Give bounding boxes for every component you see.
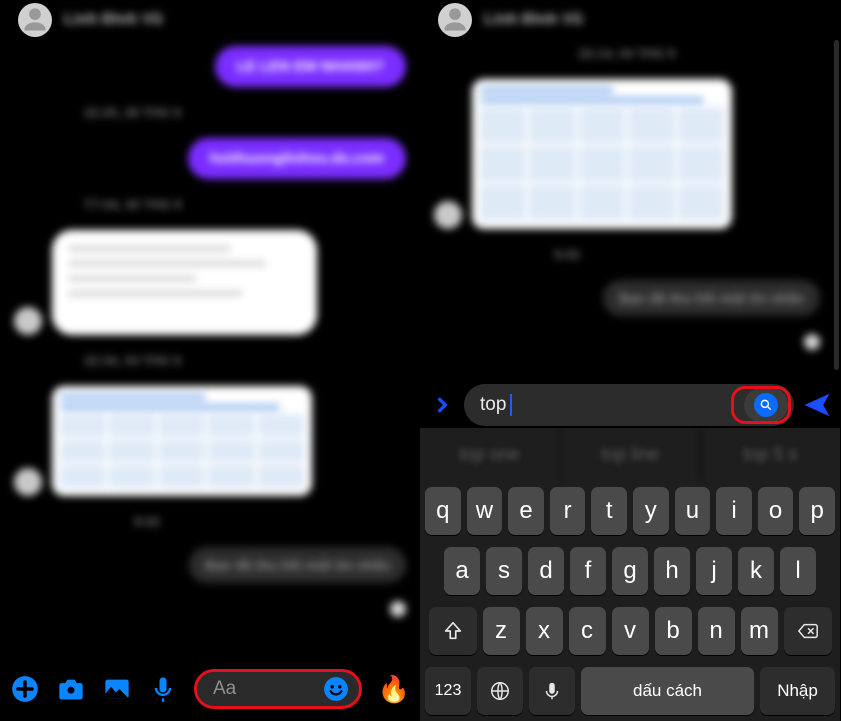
- numeric-key[interactable]: 123: [425, 667, 471, 715]
- chat-header: Linh Đình Vũ: [420, 0, 840, 40]
- sender-avatar[interactable]: [434, 201, 462, 229]
- letter-key-m[interactable]: m: [741, 607, 778, 655]
- user-avatar[interactable]: [438, 3, 472, 37]
- ios-keyboard: top one top line top 5 s qwertyuiop asdf…: [420, 428, 840, 721]
- recalled-message-note: Bạn đã thu hồi một tin nhắn: [603, 280, 820, 316]
- return-key[interactable]: Nhập: [760, 667, 835, 715]
- letter-key-b[interactable]: b: [655, 607, 692, 655]
- letter-key-w[interactable]: w: [467, 487, 503, 535]
- emoji-icon[interactable]: [323, 676, 349, 702]
- letter-key-s[interactable]: s: [486, 547, 522, 595]
- letter-key-z[interactable]: z: [483, 607, 520, 655]
- letter-key-j[interactable]: j: [696, 547, 732, 595]
- composer-toolbar: Aa 🔥: [0, 667, 420, 711]
- recalled-message-note: Bạn đã thu hồi một tin nhắn: [189, 547, 406, 583]
- message-input-value: top: [480, 394, 506, 416]
- backspace-key[interactable]: [784, 607, 832, 655]
- received-bubble-card[interactable]: [52, 230, 317, 335]
- chat-header: Linh Đình Vũ: [0, 0, 420, 40]
- letter-key-l[interactable]: l: [780, 547, 816, 595]
- chat-timestamp: 9:02: [14, 514, 406, 529]
- user-avatar[interactable]: [18, 3, 52, 37]
- letter-key-e[interactable]: e: [508, 487, 544, 535]
- chat-username[interactable]: Linh Đình Vũ: [484, 11, 583, 29]
- letter-key-d[interactable]: d: [528, 547, 564, 595]
- letter-key-r[interactable]: r: [550, 487, 586, 535]
- chat-scroll[interactable]: 22:14, 04 THG 9 9:02 Bạn đã thu hồi một …: [420, 40, 834, 375]
- scrollbar[interactable]: [834, 40, 839, 370]
- letter-key-t[interactable]: t: [591, 487, 627, 535]
- keyboard-row: 123 dấu cách Nhập: [420, 661, 840, 721]
- plus-icon[interactable]: [10, 674, 40, 704]
- keyboard-suggestion-bar: top one top line top 5 s: [420, 428, 840, 481]
- letter-key-h[interactable]: h: [654, 547, 690, 595]
- received-bubble-image[interactable]: [472, 79, 732, 229]
- letter-key-v[interactable]: v: [612, 607, 649, 655]
- chat-timestamp: 22:25, 28 THG 9: [14, 105, 406, 120]
- sender-avatar[interactable]: [14, 307, 42, 335]
- letter-key-n[interactable]: n: [698, 607, 735, 655]
- space-key[interactable]: dấu cách: [581, 667, 754, 715]
- photo-icon[interactable]: [102, 674, 132, 704]
- suggestion-item[interactable]: top line: [560, 428, 700, 481]
- chat-timestamp: 22:14, 04 THG 9: [434, 46, 820, 61]
- magnifier-icon: [754, 393, 778, 417]
- fire-reaction-icon[interactable]: 🔥: [378, 674, 410, 705]
- suggestion-item[interactable]: top 5 s: [701, 428, 840, 481]
- message-input[interactable]: top: [464, 384, 794, 426]
- expand-chevron-icon[interactable]: [428, 395, 456, 415]
- letter-key-i[interactable]: i: [716, 487, 752, 535]
- chat-timestamp: 9:02: [434, 247, 820, 262]
- chat-scroll[interactable]: LE LEN EM NHANH? 22:25, 28 THG 9 hoithuo…: [0, 40, 420, 623]
- letter-key-y[interactable]: y: [633, 487, 669, 535]
- read-indicator: [804, 334, 820, 350]
- chat-timestamp: 22:34, 04 THG 9: [14, 353, 406, 368]
- message-input-highlighted[interactable]: Aa: [194, 669, 362, 709]
- letter-key-c[interactable]: c: [569, 607, 606, 655]
- shift-key[interactable]: [429, 607, 477, 655]
- letter-key-o[interactable]: o: [758, 487, 794, 535]
- send-button[interactable]: [802, 390, 832, 420]
- gif-search-button[interactable]: [744, 388, 788, 422]
- sent-bubble-text: LE LEN EM NHANH?: [215, 46, 407, 87]
- chat-username[interactable]: Linh Đình Vũ: [64, 11, 163, 29]
- microphone-icon[interactable]: [148, 674, 178, 704]
- letter-key-q[interactable]: q: [425, 487, 461, 535]
- letter-key-a[interactable]: a: [444, 547, 480, 595]
- letter-key-x[interactable]: x: [526, 607, 563, 655]
- letter-key-k[interactable]: k: [738, 547, 774, 595]
- letter-key-g[interactable]: g: [612, 547, 648, 595]
- keyboard-row: zxcvbnm: [420, 601, 840, 661]
- screenshot-right: Linh Đình Vũ 22:14, 04 THG 9 9:02 Bạn đã…: [420, 0, 841, 721]
- camera-icon[interactable]: [56, 674, 86, 704]
- sender-avatar[interactable]: [14, 468, 42, 496]
- letter-key-f[interactable]: f: [570, 547, 606, 595]
- message-input-placeholder: Aa: [213, 678, 236, 700]
- letter-key-u[interactable]: u: [675, 487, 711, 535]
- globe-key[interactable]: [477, 667, 523, 715]
- chat-timestamp: T7:04, 30 THG 9: [14, 197, 406, 212]
- letter-key-p[interactable]: p: [799, 487, 835, 535]
- screenshot-left: Linh Đình Vũ LE LEN EM NHANH? 22:25, 28 …: [0, 0, 420, 721]
- dictation-key[interactable]: [529, 667, 575, 715]
- received-bubble-image[interactable]: [52, 386, 312, 496]
- keyboard-row: qwertyuiop: [420, 481, 840, 541]
- sent-bubble-link[interactable]: hoithuonglinhvu.ds.com: [188, 138, 406, 179]
- text-cursor: [510, 394, 512, 416]
- keyboard-row: asdfghjkl: [420, 541, 840, 601]
- suggestion-item[interactable]: top one: [420, 428, 560, 481]
- composer-row: top: [420, 382, 840, 428]
- read-indicator: [390, 601, 406, 617]
